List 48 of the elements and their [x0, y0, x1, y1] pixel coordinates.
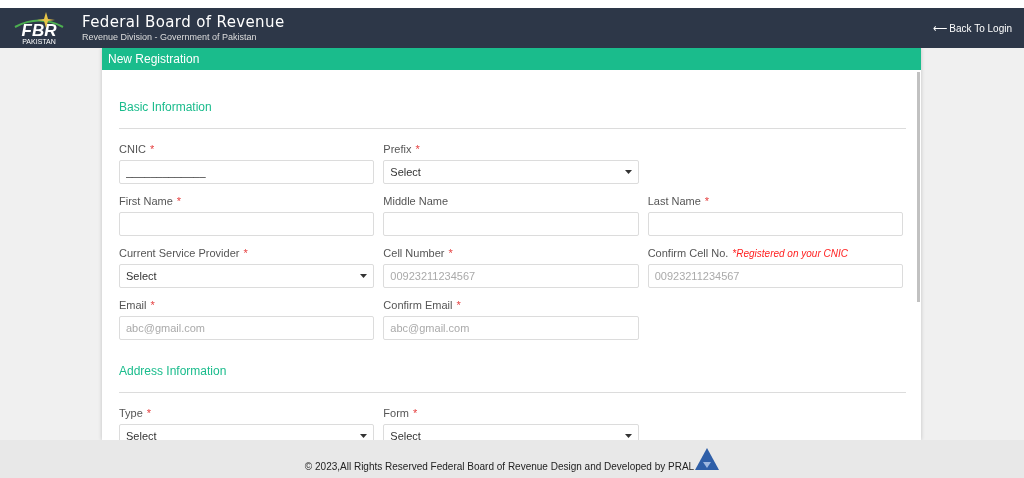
select-dropdown[interactable]: Select: [119, 264, 375, 288]
required-asterisk: *: [149, 141, 155, 157]
input-field[interactable]: _____________: [119, 160, 375, 184]
caret-down-icon: [360, 434, 368, 438]
field-label: Middle Name: [383, 193, 449, 209]
site-title: Federal Board of Revenue: [82, 14, 285, 30]
field-label: Type: [119, 405, 143, 421]
field-note: *Registered on your CNIC: [732, 246, 848, 261]
field-label: Cell Number: [383, 245, 445, 261]
field-label: Form: [383, 405, 409, 421]
field-label: Current Service Provider: [119, 245, 240, 261]
select-dropdown[interactable]: Select: [383, 424, 639, 440]
pral-logo-icon: [695, 448, 720, 470]
logo-text: FBR: [21, 23, 57, 38]
section-title: Basic Information: [119, 99, 213, 116]
required-asterisk: *: [413, 405, 418, 421]
caret-down-icon: [624, 434, 632, 438]
card-title: New Registration: [108, 51, 200, 68]
caret-down-icon: [624, 170, 632, 174]
input-field[interactable]: abc@gmail.com: [119, 316, 375, 340]
required-asterisk: *: [415, 141, 420, 157]
required-asterisk: *: [704, 193, 710, 209]
field-label: Confirm Cell No.: [647, 245, 729, 261]
select-dropdown[interactable]: Select: [119, 424, 375, 440]
select-dropdown[interactable]: Select: [383, 160, 639, 184]
required-asterisk: *: [243, 245, 248, 261]
required-asterisk: *: [176, 193, 182, 209]
site-subtitle: Revenue Division - Government of Pakistan: [82, 32, 258, 42]
field-label: Email: [119, 297, 147, 313]
field-label: Prefix: [383, 141, 412, 157]
required-asterisk: *: [150, 297, 155, 313]
field-label: Confirm Email: [383, 297, 453, 313]
required-asterisk: *: [456, 297, 461, 313]
field-label: CNIC: [119, 141, 146, 157]
caret-down-icon: [360, 274, 368, 278]
input-field[interactable]: 00923211234567: [383, 264, 639, 288]
section-title: Address Information: [119, 363, 228, 380]
input-field[interactable]: [647, 212, 903, 236]
input-field[interactable]: abc@gmail.com: [383, 316, 639, 340]
input-field[interactable]: [383, 212, 639, 236]
required-asterisk: *: [146, 405, 152, 421]
copyright-text: © 2023,All Rights Reserved Federal Board of Revenue Design and Developed by PRAL: [304, 460, 695, 474]
back-to-login-link[interactable]: ⟵ Back To Login: [932, 20, 1012, 36]
field-label: First Name: [119, 193, 173, 209]
input-field[interactable]: 00923211234567: [647, 264, 903, 288]
field-label: Last Name: [647, 193, 701, 209]
required-asterisk: *: [448, 245, 453, 261]
input-field[interactable]: [119, 212, 375, 236]
